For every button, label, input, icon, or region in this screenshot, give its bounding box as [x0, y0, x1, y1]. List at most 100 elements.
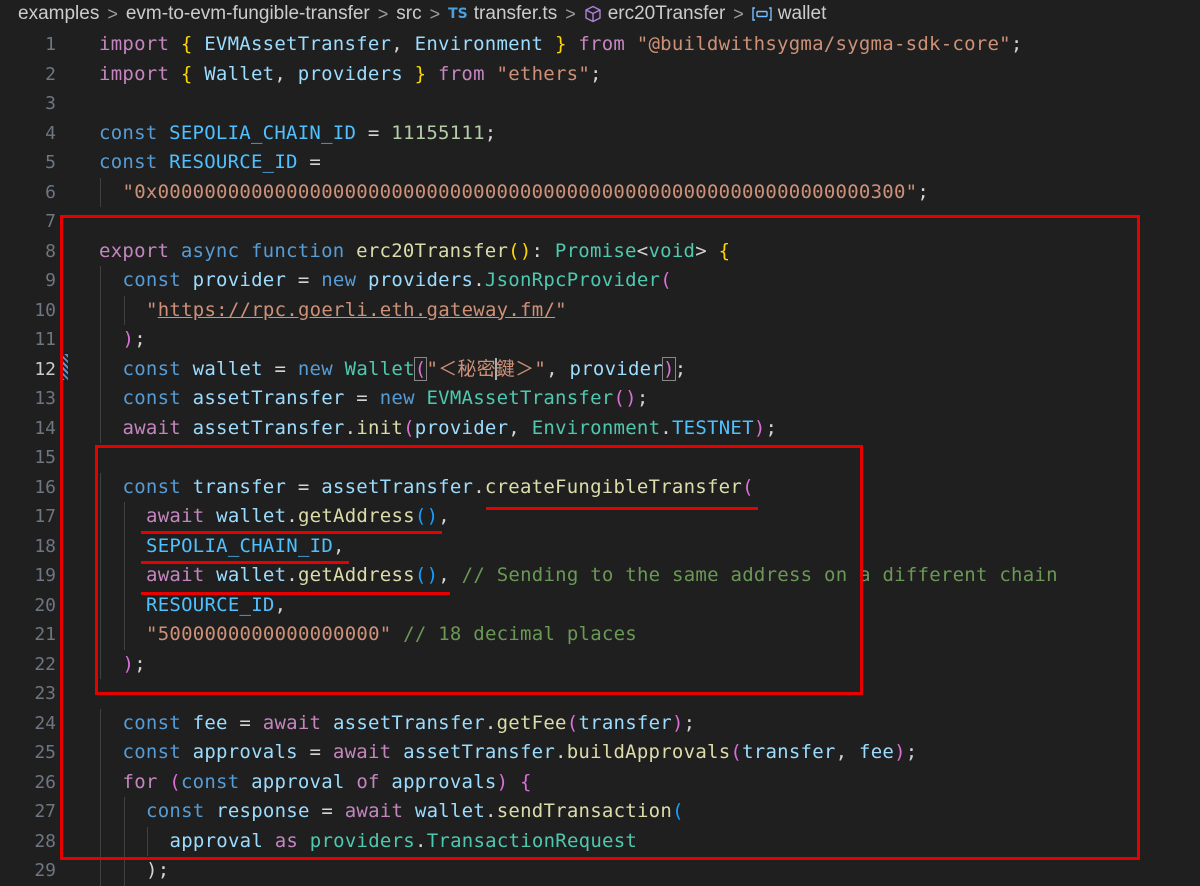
code-editor[interactable]: 1 import { EVMAssetTransfer, Environment … [0, 28, 1200, 886]
line-number: 25 [34, 742, 56, 763]
code-token: "ethers" [496, 62, 591, 85]
code-text: ); [146, 856, 169, 886]
code-line[interactable]: 4 const SEPOLIA_CHAIN_ID = 11155111; [0, 119, 1200, 149]
code-line[interactable]: 7 [0, 207, 1200, 237]
code-token: () [414, 505, 439, 527]
code-token: response [216, 800, 310, 822]
code-token: import [99, 33, 181, 55]
code-token: () [414, 564, 439, 586]
code-line[interactable]: 12 const wallet = new Wallet("＜秘密鍵＞", pro… [0, 354, 1200, 385]
code-token: async [180, 239, 251, 262]
line-number: 5 [45, 152, 56, 173]
underline-await-get-address-2 [141, 592, 450, 595]
code-token: RESOURCE_ID [146, 593, 275, 616]
code-line[interactable]: 6 "0x000000000000000000000000000000000000… [0, 177, 1200, 207]
code-token: ( [660, 269, 672, 291]
code-token: TransactionRequest [426, 829, 638, 852]
code-line[interactable]: 21 "5000000000000000000" // 18 decimal pl… [0, 620, 1200, 650]
code-line[interactable]: 8 export async function erc20Transfer(): … [0, 237, 1200, 267]
breadcrumb-src[interactable]: src [396, 3, 421, 25]
code-token: , [438, 505, 450, 527]
code-line[interactable]: 27 const response = await wallet.sendTran… [0, 797, 1200, 827]
matched-bracket: ) [662, 356, 676, 381]
code-line[interactable]: 22); [0, 649, 1200, 679]
code-token: } [554, 33, 567, 55]
code-token: , [391, 33, 415, 55]
code-token: wallet [192, 357, 263, 380]
code-token: { [520, 770, 532, 793]
code-line[interactable]: 15 [0, 443, 1200, 473]
code-line[interactable]: 14 await assetTransfer.init(provider, Env… [0, 413, 1200, 443]
code-line[interactable]: 18 SEPOLIA_CHAIN_ID, [0, 531, 1200, 562]
code-token: Promise [554, 239, 637, 262]
code-token: assetTransfer [332, 711, 485, 734]
indent-guide [123, 531, 125, 561]
breadcrumb-symbol[interactable]: wallet [778, 3, 827, 25]
code-line[interactable]: 9 const provider = new providers.JsonRpcP… [0, 266, 1200, 296]
code-token: , [546, 357, 570, 380]
code-token: . [473, 269, 485, 291]
code-token: . [555, 741, 567, 763]
code-text: const wallet = new Wallet("＜秘密鍵＞", provi… [123, 355, 687, 385]
code-token: import [99, 62, 181, 85]
code-line[interactable]: 19 await wallet.getAddress(), // Sending … [0, 561, 1200, 591]
code-text: const SEPOLIA_CHAIN_ID = 11155111; [99, 119, 496, 149]
code-text: SEPOLIA_CHAIN_ID, [146, 532, 345, 562]
code-token: wallet [216, 505, 287, 527]
code-token: ; [590, 62, 602, 85]
code-line[interactable]: 23 [0, 679, 1200, 709]
breadcrumb-file[interactable]: transfer.ts [474, 3, 557, 25]
code-text: import { Wallet, providers } from "ether… [99, 60, 602, 90]
code-token: await [332, 741, 404, 763]
code-token: EVMAssetTransfer [426, 387, 614, 409]
code-token: of [356, 770, 392, 793]
code-token: , [438, 564, 462, 586]
code-token: ) [671, 711, 684, 734]
code-token: ) [496, 770, 509, 793]
breadcrumb-function[interactable]: erc20Transfer [608, 3, 726, 25]
code-token: "0x0000000000000000000000000000000000000… [122, 180, 918, 203]
breadcrumb-project-folder[interactable]: evm-to-evm-fungible-transfer [126, 3, 370, 25]
code-line[interactable]: 28 approval as providers.TransactionReque… [0, 826, 1200, 856]
code-line[interactable]: 24 const fee = await assetTransfer.getFee… [0, 708, 1200, 739]
code-text: await wallet.getAddress(), [146, 502, 450, 532]
breadcrumb-examples[interactable]: examples [18, 3, 99, 25]
code-token: await [146, 505, 217, 527]
code-line[interactable]: 16 const transfer = assetTransfer.createF… [0, 472, 1200, 502]
code-token: https://rpc.goerli.eth.gateway.fm/ [157, 298, 556, 321]
code-line[interactable]: 26 for (const approval of approvals) { [0, 767, 1200, 797]
code-line[interactable]: 1 import { EVMAssetTransfer, Environment … [0, 30, 1200, 60]
chevron-right-icon: > [565, 3, 576, 24]
code-token: approvals [192, 741, 298, 763]
code-line[interactable]: 10 "https://rpc.goerli.eth.gateway.fm/" [0, 295, 1200, 325]
line-number: 28 [34, 830, 56, 852]
code-token: , [333, 534, 345, 557]
code-token: ; [134, 652, 146, 675]
code-line[interactable]: 5 const RESOURCE_ID = [0, 148, 1200, 178]
code-line[interactable]: 25 const approvals = await assetTransfer.… [0, 738, 1200, 768]
code-token: await [146, 564, 217, 586]
code-text: const fee = await assetTransfer.getFee(t… [123, 709, 696, 739]
code-text: ); [123, 325, 146, 355]
code-token: approvals [391, 770, 497, 793]
indent-guide [123, 620, 125, 650]
code-token: { [180, 62, 193, 85]
code-line[interactable]: 13 const assetTransfer = new EVMAssetTran… [0, 384, 1200, 414]
code-token: . [473, 475, 485, 498]
code-line[interactable]: 2 import { Wallet, providers } from "ethe… [0, 60, 1200, 90]
code-token: RESOURCE_ID [169, 151, 298, 173]
indent-guide [123, 561, 125, 591]
code-token: "5000000000000000000" [146, 623, 392, 645]
code-token: assetTransfer [192, 416, 345, 439]
code-line[interactable]: 11); [0, 325, 1200, 355]
code-token: await [344, 800, 415, 822]
code-line[interactable]: 3 [0, 89, 1200, 119]
code-token: // 18 decimal places [403, 623, 637, 645]
indent-guide [100, 266, 101, 296]
code-token: , [274, 62, 298, 85]
code-token: , [508, 416, 532, 439]
indent-guide [100, 708, 101, 738]
code-line[interactable]: 29); [0, 856, 1200, 886]
